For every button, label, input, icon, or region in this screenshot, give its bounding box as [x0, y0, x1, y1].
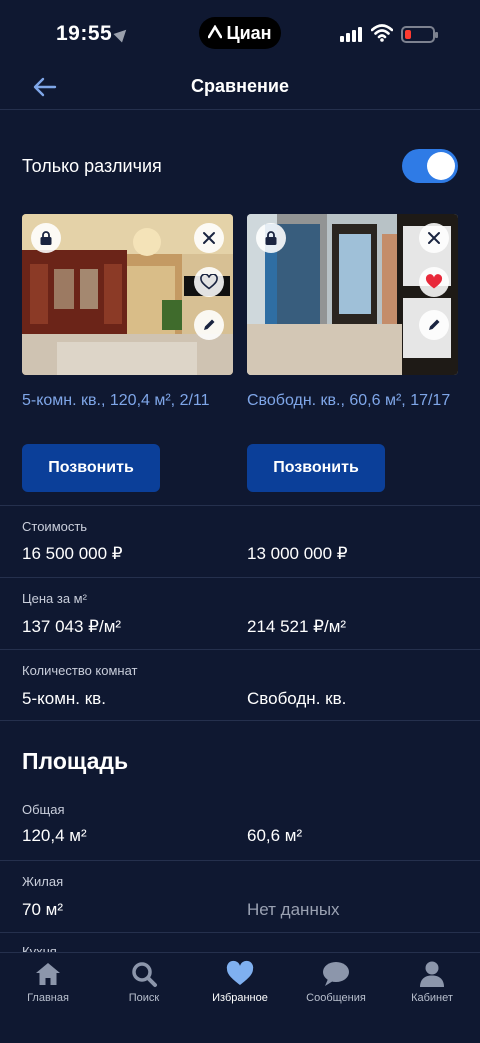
lock-icon [40, 231, 52, 245]
nav-favorites[interactable]: Избранное [192, 953, 288, 1043]
status-time: 19:55 [56, 22, 113, 45]
param-label: Стоимость [22, 519, 88, 534]
param-value-left: 5-комн. кв. [22, 689, 106, 708]
top-bar: Сравнение [0, 66, 480, 110]
lock-icon [265, 231, 277, 245]
param-label: Общая [22, 802, 65, 817]
param-row-living-area: Жилая 70 м² Нет данных [0, 860, 480, 932]
nav-label: Сообщения [306, 992, 366, 1004]
param-value-left: 137 043 ₽/м² [22, 617, 122, 636]
app-indicator[interactable]: Циан [199, 17, 281, 49]
nav-search[interactable]: Поиск [96, 953, 192, 1043]
note-button[interactable] [194, 310, 224, 340]
lock-button[interactable] [256, 223, 286, 253]
nav-label: Избранное [212, 992, 268, 1004]
nav-account[interactable]: Кабинет [384, 953, 480, 1043]
param-value-left: 70 м² [22, 900, 63, 919]
wifi-icon [371, 24, 393, 42]
param-value-left: 120,4 м² [22, 826, 87, 845]
page-title: Сравнение [191, 76, 289, 96]
status-bar: 19:55 Циан [0, 0, 480, 66]
bottom-navigation: Главная Поиск Избранное Сообщения Кабине… [0, 952, 480, 1043]
favorite-button[interactable] [419, 267, 449, 297]
heart-filled-icon [425, 274, 443, 289]
toggle-knob [427, 152, 455, 180]
param-row-rooms: Количество комнат 5-комн. кв. Свободн. к… [0, 649, 480, 721]
home-icon [36, 963, 60, 985]
param-label: Жилая [22, 874, 64, 889]
remove-listing-button[interactable] [419, 223, 449, 253]
differences-toggle-label: Только различия [22, 156, 162, 176]
param-label: Цена за м² [22, 591, 87, 606]
nav-home[interactable]: Главная [0, 953, 96, 1043]
cian-logo-icon [208, 23, 223, 42]
cellular-signal-icon [340, 27, 362, 42]
chat-icon [323, 962, 349, 986]
param-value-right: 60,6 м² [247, 826, 303, 845]
divider [0, 932, 480, 933]
lock-button[interactable] [31, 223, 61, 253]
close-icon [203, 232, 215, 244]
heart-outline-icon [200, 274, 218, 290]
nav-messages[interactable]: Сообщения [288, 953, 384, 1043]
call-button[interactable]: Позвонить [247, 444, 385, 492]
nav-label: Главная [27, 992, 69, 1004]
close-icon [428, 232, 440, 244]
battery-icon [401, 26, 438, 43]
note-button[interactable] [419, 310, 449, 340]
nav-label: Поиск [128, 992, 160, 1004]
pencil-icon [204, 319, 215, 330]
param-row-price: Стоимость 16 500 000 ₽ 13 000 000 ₽ [0, 505, 480, 577]
person-icon [420, 961, 444, 987]
param-value-left: 16 500 000 ₽ [22, 544, 123, 563]
listing-photo-1[interactable] [22, 214, 233, 375]
search-icon [132, 962, 157, 987]
remove-listing-button[interactable] [194, 223, 224, 253]
listing-photo-2[interactable] [247, 214, 458, 375]
app-name: Циан [226, 22, 272, 43]
param-value-right: 214 521 ₽/м² [247, 617, 347, 636]
param-value-right: Свободн. кв. [247, 689, 347, 708]
param-value-right: Нет данных [247, 900, 340, 919]
call-button[interactable]: Позвонить [22, 444, 160, 492]
listing-title[interactable]: Свободн. кв., 60,6 м², 17/17 [247, 390, 458, 438]
listing-card-2: Свободн. кв., 60,6 м², 17/17 Позвонить [247, 214, 458, 492]
divider [0, 720, 480, 721]
listing-title[interactable]: 5-комн. кв., 120,4 м², 2/11 [22, 390, 233, 438]
pencil-icon [429, 319, 440, 330]
nav-label: Кабинет [411, 992, 453, 1004]
param-value-right: 13 000 000 ₽ [247, 544, 348, 563]
location-arrow-icon [113, 25, 131, 43]
listing-card-1: 5-комн. кв., 120,4 м², 2/11 Позвонить [22, 214, 233, 492]
heart-icon [226, 960, 254, 985]
section-title-area: Площадь [22, 748, 129, 774]
param-row-price-per-m2: Цена за м² 137 043 ₽/м² 214 521 ₽/м² [0, 577, 480, 649]
param-label: Количество комнат [22, 663, 138, 678]
favorite-button[interactable] [194, 267, 224, 297]
differences-toggle[interactable] [402, 149, 458, 183]
